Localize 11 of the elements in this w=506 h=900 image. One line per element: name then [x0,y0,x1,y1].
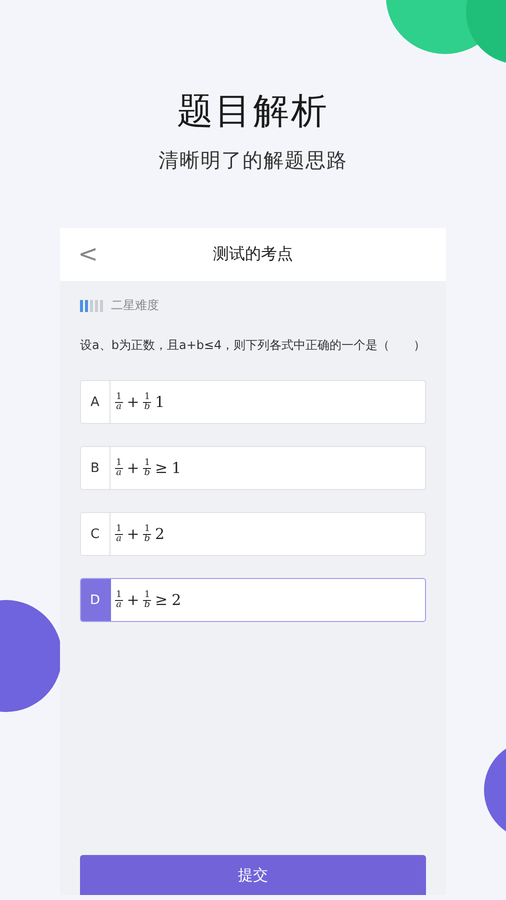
difficulty-label: 二星难度 [111,297,159,314]
option-letter: C [81,513,111,555]
option-letter: B [81,447,111,489]
submit-button[interactable]: 提交 [80,855,426,895]
screen-title: 测试的考点 [213,244,293,265]
question-text: 设a、b为正数，且a+b≤4，则下列各式中正确的一个是（ ） [80,337,426,354]
back-button[interactable]: < [74,240,102,268]
hero-title: 题目解析 [177,90,329,134]
option-letter: A [81,381,111,423]
hero-subtitle: 清晰明了的解题思路 [158,147,348,174]
option-letter: D [81,579,111,621]
